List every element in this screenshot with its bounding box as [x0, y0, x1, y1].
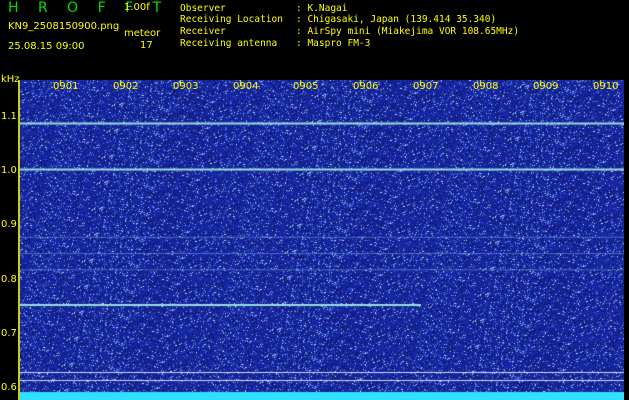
info-location: Receiving Location : Chigasaki, Japan (13…: [180, 15, 496, 25]
y-axis-unit: kHz: [1, 74, 20, 85]
info-label: Receiver: [180, 26, 226, 37]
x-tick-label: 0904: [233, 81, 259, 92]
info-antenna: Receiving antenna : Maspro FM-3: [180, 39, 370, 49]
observation-datetime: 25.08.15 09:00: [8, 41, 85, 52]
software-version: 1.00f: [124, 2, 150, 13]
x-tick-label: 0907: [413, 81, 439, 92]
x-tick-label: 0909: [533, 81, 559, 92]
info-value: : Chigasaki, Japan (139.414 35.340): [296, 14, 497, 25]
x-tick-label: 0908: [473, 81, 499, 92]
info-value: : K.Nagai: [296, 3, 348, 14]
x-tick-label: 0903: [173, 81, 199, 92]
meteor-count-label: meteor: [124, 28, 161, 39]
info-value: : Maspro FM-3: [296, 38, 371, 49]
x-tick-label: 0906: [353, 81, 379, 92]
y-tick-label: 0.9: [1, 219, 17, 231]
y-tick-label: 0.8: [1, 273, 17, 285]
info-label: Receiving antenna: [180, 38, 278, 49]
image-filename: KN9_2508150900.png: [8, 21, 120, 32]
info-observer: Observer : K.Nagai: [180, 4, 347, 14]
x-tick-label: 0902: [113, 81, 139, 92]
x-tick-label: 0910: [593, 81, 619, 92]
info-label: Observer: [180, 3, 226, 14]
header-panel: H R O F F T 1.00f KN9_2508150900.png 25.…: [0, 0, 629, 72]
y-tick-label: 1.1: [1, 110, 17, 122]
info-label: Receiving Location: [180, 14, 283, 25]
info-receiver: Receiver : AirSpy mini (Miakejima VOR 108…: [180, 27, 519, 37]
info-value: : AirSpy mini (Miakejima VOR 108.65MHz): [296, 26, 520, 37]
spectrogram-canvas: [20, 80, 624, 400]
y-tick-label: 1.0: [1, 165, 17, 177]
y-axis-line: [18, 80, 20, 400]
meteor-count-value: 17: [140, 40, 153, 51]
y-tick-label: 0.7: [1, 327, 17, 339]
x-tick-label: 0901: [53, 81, 79, 92]
x-tick-label: 0905: [293, 81, 319, 92]
y-tick-label: 0.6: [1, 382, 17, 394]
